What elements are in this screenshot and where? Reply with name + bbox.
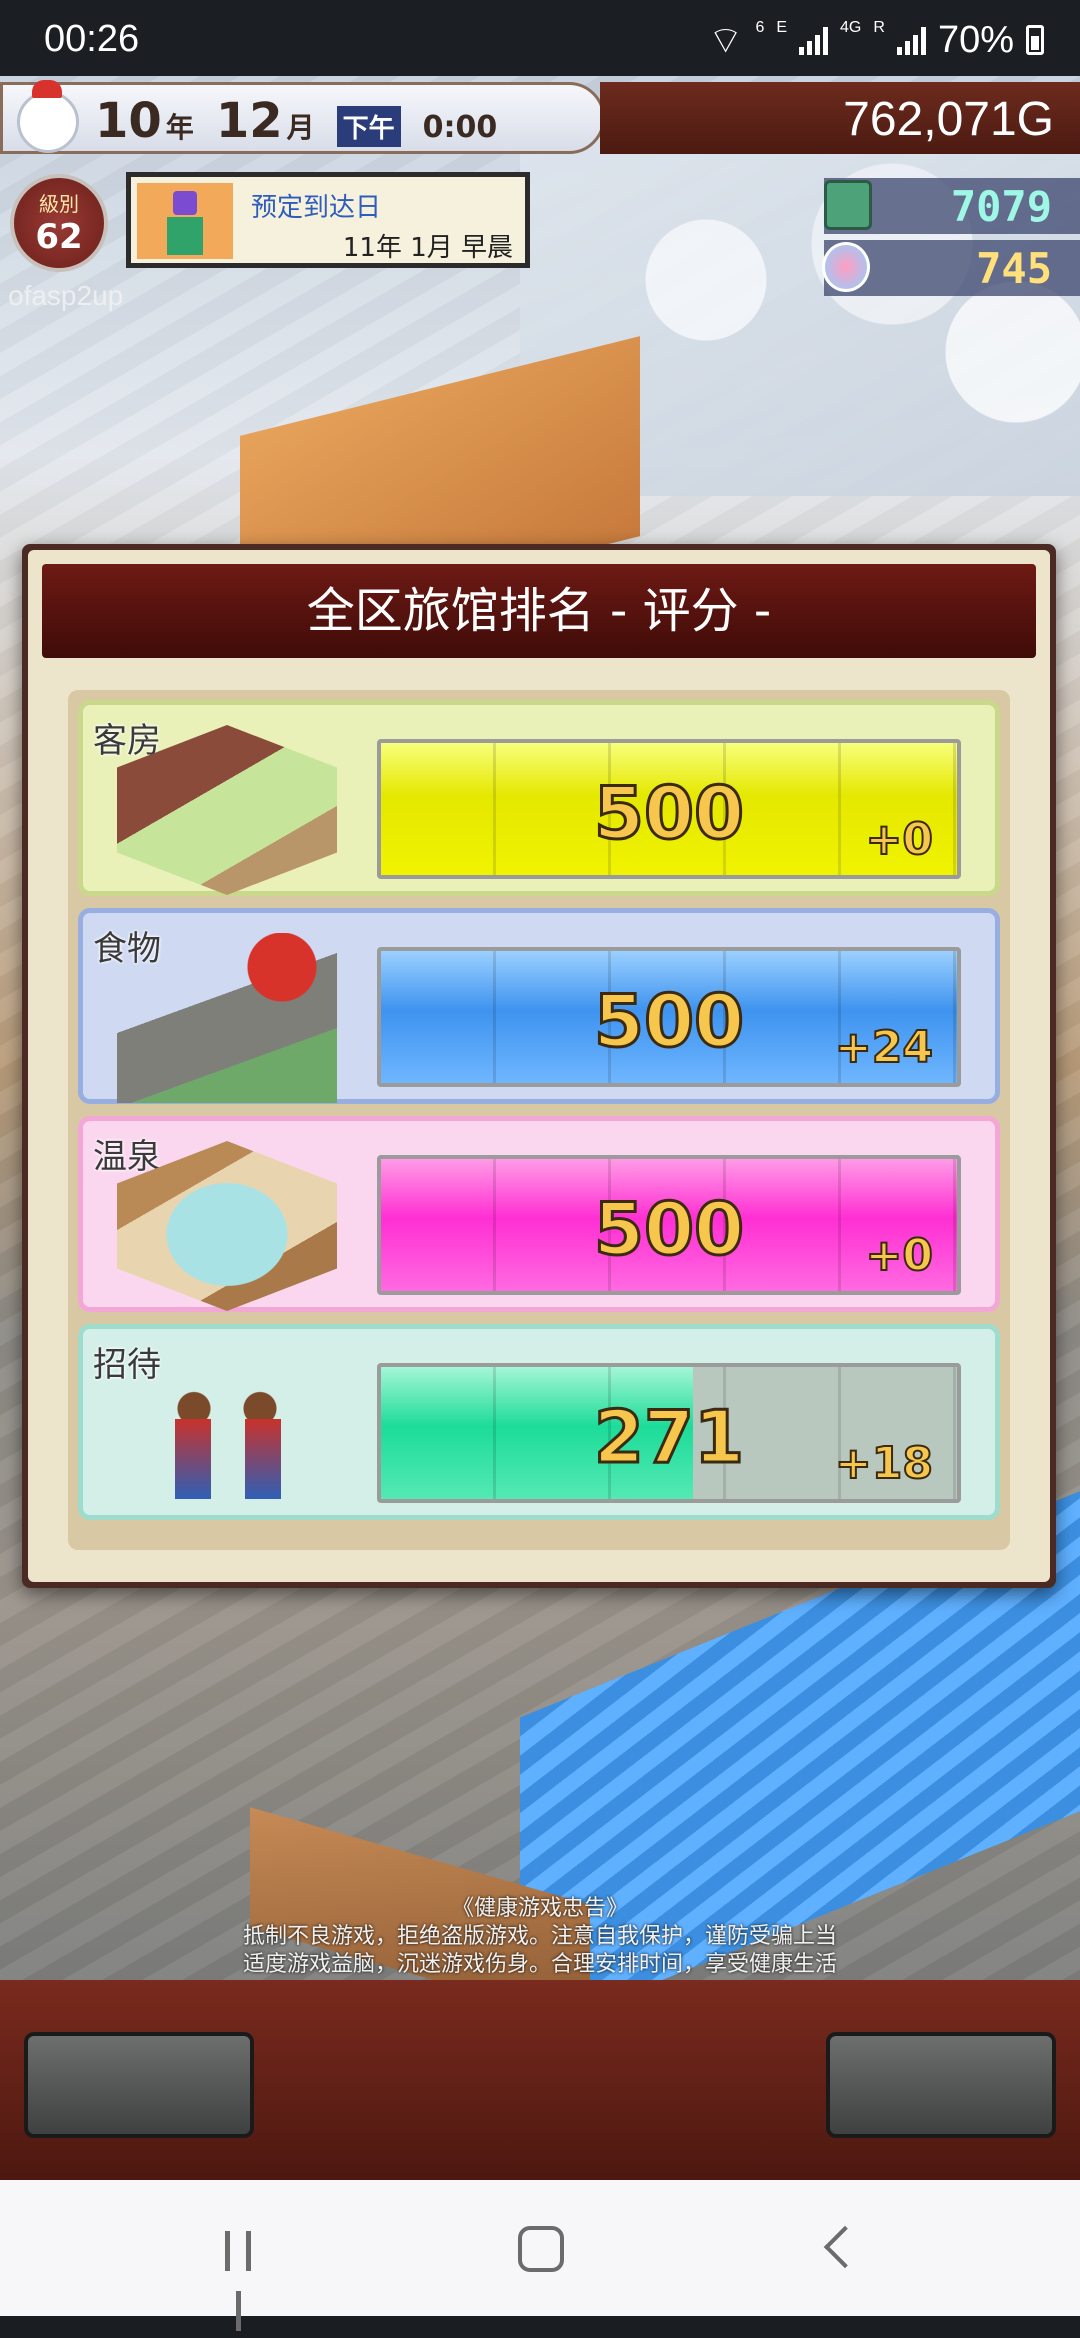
recent-apps-icon[interactable] xyxy=(208,2218,268,2331)
rating-bar: 500 +24 xyxy=(377,947,961,1087)
date-month-unit: 月 xyxy=(286,111,315,144)
rating-row-onsen: 温泉 500 +0 xyxy=(78,1116,1000,1312)
game-date: 10 年 12 月 下午 0:00 xyxy=(95,93,497,149)
rating-delta: +24 xyxy=(834,1021,934,1074)
signal-icon-1 xyxy=(799,25,829,55)
date-year: 10 xyxy=(95,93,162,149)
system-nav-bar xyxy=(0,2180,1080,2331)
money-bar: 762,071G xyxy=(600,82,1080,154)
rating-row-food: 食物 500 +24 xyxy=(78,908,1000,1104)
booking-title: 预定到达日 xyxy=(251,193,382,223)
status-time: 00:26 xyxy=(44,18,140,60)
onsen-coin-icon xyxy=(822,242,870,292)
watermark: ofasp2up xyxy=(8,280,124,311)
dialog-body: 全区旅馆排名 - 评分 - 客房 500 +0 食物 500 xyxy=(28,550,1050,1582)
resource-1-value: 7079 xyxy=(950,182,1052,231)
dialog-title: 全区旅馆排名 - 评分 - xyxy=(42,564,1036,658)
rating-delta: +18 xyxy=(834,1437,934,1490)
date-panel: 10 年 12 月 下午 0:00 xyxy=(0,80,605,154)
rating-list: 客房 500 +0 食物 500 +24 xyxy=(68,690,1010,1550)
network-label-2: E xyxy=(776,19,788,36)
left-menu-button[interactable] xyxy=(24,2032,254,2138)
guest-avatar xyxy=(137,183,233,259)
date-month: 12 xyxy=(215,93,283,149)
ticket-icon xyxy=(824,180,872,230)
status-bar: 00:26 ⌔ 6 E 4G R 70% xyxy=(0,0,1080,76)
level-badge[interactable]: 級別 62 xyxy=(10,174,108,272)
staff-image xyxy=(117,1349,337,1519)
resource-panel-2[interactable]: 745 xyxy=(822,240,1080,296)
date-period: 下午 xyxy=(336,106,401,147)
network-label-4: R xyxy=(873,19,885,36)
right-menu-button[interactable] xyxy=(826,2032,1056,2138)
resource-panel-1[interactable]: 7079 xyxy=(824,178,1080,234)
wifi-icon: ⌔ xyxy=(707,20,744,62)
status-icons: ⌔ 6 E 4G R 70% xyxy=(708,16,1044,64)
back-icon[interactable] xyxy=(810,2218,870,2278)
level-value: 62 xyxy=(35,217,83,257)
food-image xyxy=(117,933,337,1103)
signal-icon-2 xyxy=(896,25,926,55)
rating-bar: 500 +0 xyxy=(377,739,961,879)
rating-bar: 500 +0 xyxy=(377,1155,961,1295)
network-label-3: 4G xyxy=(840,19,862,36)
rating-bar: 271 +18 xyxy=(377,1363,961,1503)
battery-icon xyxy=(1026,25,1044,55)
snowman-icon xyxy=(17,80,79,153)
health-notice-line: 适度游戏益脑，沉迷游戏伤身。合理安排时间，享受健康生活 xyxy=(242,1952,837,1977)
rating-row-hospitality: 招待 271 +18 xyxy=(78,1324,1000,1520)
date-clock: 0:00 xyxy=(422,110,498,145)
home-icon[interactable] xyxy=(510,2218,570,2278)
resource-2-value: 745 xyxy=(976,244,1052,293)
level-label: 級別 xyxy=(39,192,79,216)
rating-dialog[interactable]: 全区旅馆排名 - 评分 - 客房 500 +0 食物 500 xyxy=(22,544,1056,1588)
rating-delta: +0 xyxy=(865,813,934,866)
bottom-menu-bar xyxy=(0,1980,1080,2180)
money-amount: 762,071G xyxy=(843,93,1054,146)
booking-panel[interactable]: 预定到达日 11年 1月 早晨 xyxy=(126,172,530,268)
rating-delta: +0 xyxy=(865,1229,934,1282)
battery-percent: 70% xyxy=(937,18,1014,61)
rating-row-room: 客房 500 +0 xyxy=(78,700,1000,896)
booking-date: 11年 1月 早晨 xyxy=(342,233,513,263)
network-label-1: 6 xyxy=(755,19,765,36)
date-year-unit: 年 xyxy=(165,111,194,144)
